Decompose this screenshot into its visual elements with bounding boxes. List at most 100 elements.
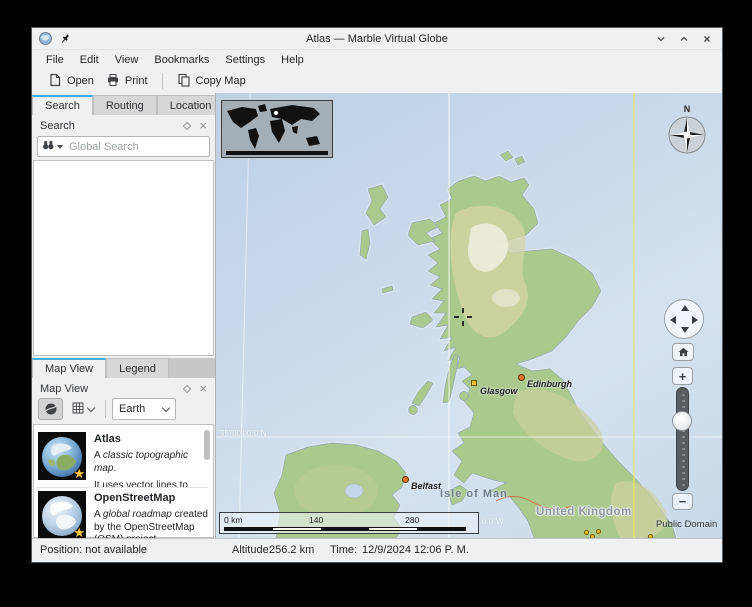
city-dot-marker[interactable] [596, 529, 601, 534]
scale-mid-label: 140 [309, 515, 323, 525]
chevron-down-icon [162, 403, 170, 411]
scale-bar: 0 km 140 280 [219, 512, 479, 534]
menu-edit[interactable]: Edit [72, 52, 107, 68]
atlas-thumbnail: ★ [38, 432, 86, 480]
latitude-label: 55°00'00.0"N [220, 429, 267, 438]
zoom-in-button[interactable]: + [672, 367, 693, 385]
celestial-body-select[interactable]: Earth [112, 398, 176, 420]
pan-down-icon[interactable] [681, 327, 689, 333]
binoculars-icon[interactable] [42, 140, 55, 153]
float-panel-icon[interactable] [183, 384, 191, 392]
tool-bar: Open Print Copy Map [32, 69, 722, 93]
map-theme-title: Atlas [94, 433, 208, 445]
search-options-caret-icon[interactable] [57, 145, 63, 149]
country-label: United Kingdom [536, 506, 632, 518]
list-scrollbar[interactable] [204, 430, 210, 460]
chevron-down-icon [87, 403, 95, 411]
search-panel-header: Search × [32, 116, 215, 135]
copy-icon [177, 73, 191, 90]
scale-start-label: 0 km [224, 515, 242, 525]
scale-bar-segments [224, 527, 466, 531]
celestial-body-value: Earth [119, 403, 145, 415]
toolbar-separator [162, 73, 163, 89]
city-label: Belfast [411, 481, 441, 491]
map-land-layer [216, 93, 722, 538]
global-search-box [37, 136, 210, 157]
osm-thumbnail: ★ [38, 491, 86, 539]
city-label: Glasgow [480, 386, 518, 396]
list-item-atlas[interactable]: ★ Atlas A classic topographic map. It us… [35, 429, 211, 487]
map-canvas[interactable]: N 55°00'00.0"N 0.0"W Glasgow Edinburgh B [215, 93, 722, 538]
edinburgh-marker[interactable] [518, 374, 525, 381]
zoom-slider-thumb[interactable] [672, 411, 692, 431]
float-panel-icon[interactable] [183, 121, 191, 129]
pan-dpad[interactable] [664, 299, 704, 339]
open-label: Open [67, 75, 94, 87]
zoom-out-button[interactable]: − [672, 493, 693, 510]
attribution-label: Public Domain [656, 519, 717, 530]
pan-up-icon[interactable] [681, 305, 689, 311]
printer-icon [106, 73, 120, 90]
minimize-icon[interactable] [654, 32, 668, 46]
maximize-icon[interactable] [677, 32, 691, 46]
open-file-icon [48, 73, 62, 90]
menu-bar: File Edit View Bookmarks Settings Help [32, 50, 722, 69]
search-panel-title: Search [40, 120, 75, 132]
status-position: Position: not available [40, 544, 147, 556]
favorite-star-icon: ★ [73, 466, 85, 482]
list-item-openstreetmap[interactable]: ★ OpenStreetMap A global roadmap created… [35, 488, 211, 539]
zoom-slider-track[interactable] [676, 387, 689, 491]
longitude-label: 0.0"W [482, 517, 504, 526]
overview-map[interactable] [221, 100, 333, 158]
sidebar-top-tabbar: Search Routing Location [32, 95, 215, 115]
sidebar: Search Routing Location Search × [32, 93, 215, 538]
scale-end-label: 280 [405, 515, 419, 525]
print-button[interactable]: Print [100, 70, 154, 93]
current-position-dot [274, 111, 278, 115]
sidebar-bottom-tabbar: Map View Legend [32, 358, 215, 378]
compass-rose[interactable]: N [664, 103, 710, 157]
map-view-panel-header: Map View × [32, 379, 215, 398]
search-input[interactable] [67, 140, 205, 154]
home-icon [678, 347, 689, 357]
city-dot-marker[interactable] [584, 530, 589, 535]
app-window: Atlas — Marble Virtual Globe File Edit V… [32, 28, 722, 562]
tab-legend[interactable]: Legend [106, 358, 169, 378]
menu-settings[interactable]: Settings [217, 52, 273, 68]
pan-left-icon[interactable] [670, 316, 676, 324]
map-theme-title: OpenStreetMap [94, 492, 208, 504]
menu-bookmarks[interactable]: Bookmarks [146, 52, 217, 68]
map-theme-list: ★ Atlas A classic topographic map. It us… [33, 424, 214, 538]
map-view-panel-title: Map View [40, 383, 88, 395]
close-icon[interactable] [700, 32, 714, 46]
glasgow-marker[interactable] [471, 380, 477, 386]
compass-n-label: N [684, 104, 691, 114]
sea-region-label: Isle of Man [440, 488, 508, 500]
belfast-marker[interactable] [402, 476, 409, 483]
city-label: Edinburgh [527, 379, 572, 389]
search-results-list[interactable] [33, 160, 214, 356]
menu-help[interactable]: Help [273, 52, 312, 68]
home-button[interactable] [672, 343, 694, 361]
open-button[interactable]: Open [42, 70, 100, 93]
grid-icon [72, 402, 84, 417]
projection-globe-button[interactable] [38, 398, 63, 420]
copy-map-button[interactable]: Copy Map [171, 70, 252, 93]
menu-view[interactable]: View [107, 52, 147, 68]
title-bar[interactable]: Atlas — Marble Virtual Globe [32, 28, 722, 50]
favorite-star-icon: ★ [73, 525, 85, 539]
controls-separator [105, 400, 106, 418]
tab-routing[interactable]: Routing [93, 95, 157, 115]
menu-file[interactable]: File [38, 52, 72, 68]
grid-dropdown-button[interactable] [67, 398, 99, 420]
tab-search[interactable]: Search [32, 95, 93, 115]
status-time-label: Time: [330, 544, 357, 556]
print-label: Print [125, 75, 148, 87]
status-altitude-label: Altitude: [232, 544, 272, 556]
status-time-value: 12/9/2024 12:06 P. M. [362, 544, 469, 556]
close-panel-icon[interactable]: × [199, 121, 207, 131]
pan-right-icon[interactable] [692, 316, 698, 324]
tab-map-view[interactable]: Map View [32, 358, 106, 378]
copy-map-label: Copy Map [196, 75, 246, 87]
close-panel-icon[interactable]: × [199, 384, 207, 394]
